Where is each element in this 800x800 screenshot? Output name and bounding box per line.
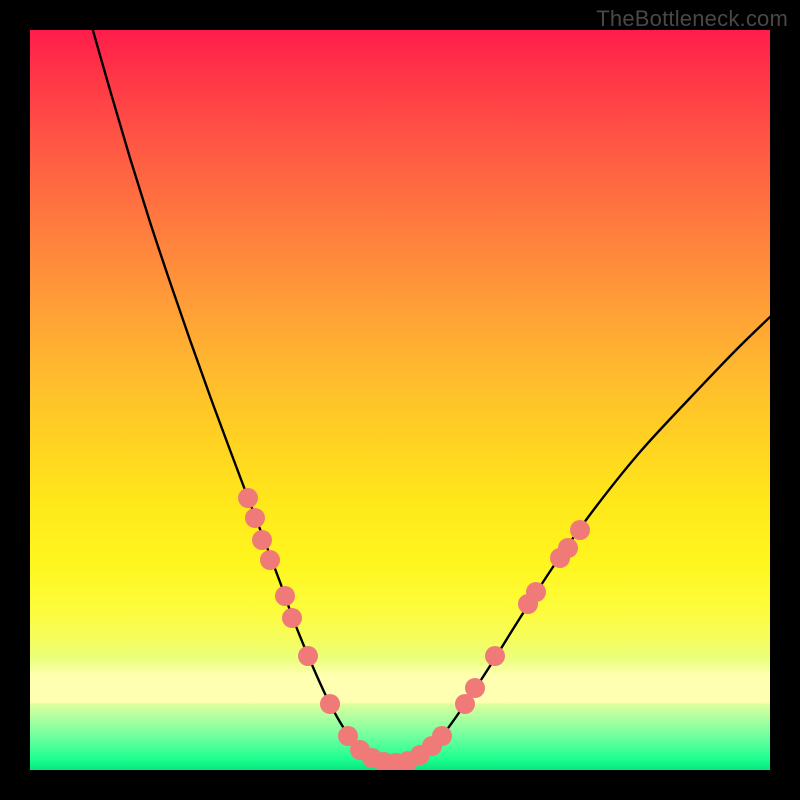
highlight-dots [238, 488, 590, 770]
highlight-dot [238, 488, 258, 508]
plot-area [30, 30, 770, 770]
highlight-dot [320, 694, 340, 714]
highlight-dot [282, 608, 302, 628]
highlight-dot [298, 646, 318, 666]
chart-frame: TheBottleneck.com [0, 0, 800, 800]
highlight-dot [570, 520, 590, 540]
highlight-dot [485, 646, 505, 666]
curve-layer [30, 30, 770, 770]
watermark-text: TheBottleneck.com [596, 6, 788, 32]
highlight-dot [465, 678, 485, 698]
highlight-dot [245, 508, 265, 528]
highlight-dot [432, 726, 452, 746]
highlight-dot [526, 582, 546, 602]
highlight-dot [260, 550, 280, 570]
highlight-dot [252, 530, 272, 550]
bottleneck-curve [90, 30, 770, 763]
highlight-dot [275, 586, 295, 606]
highlight-dot [558, 538, 578, 558]
